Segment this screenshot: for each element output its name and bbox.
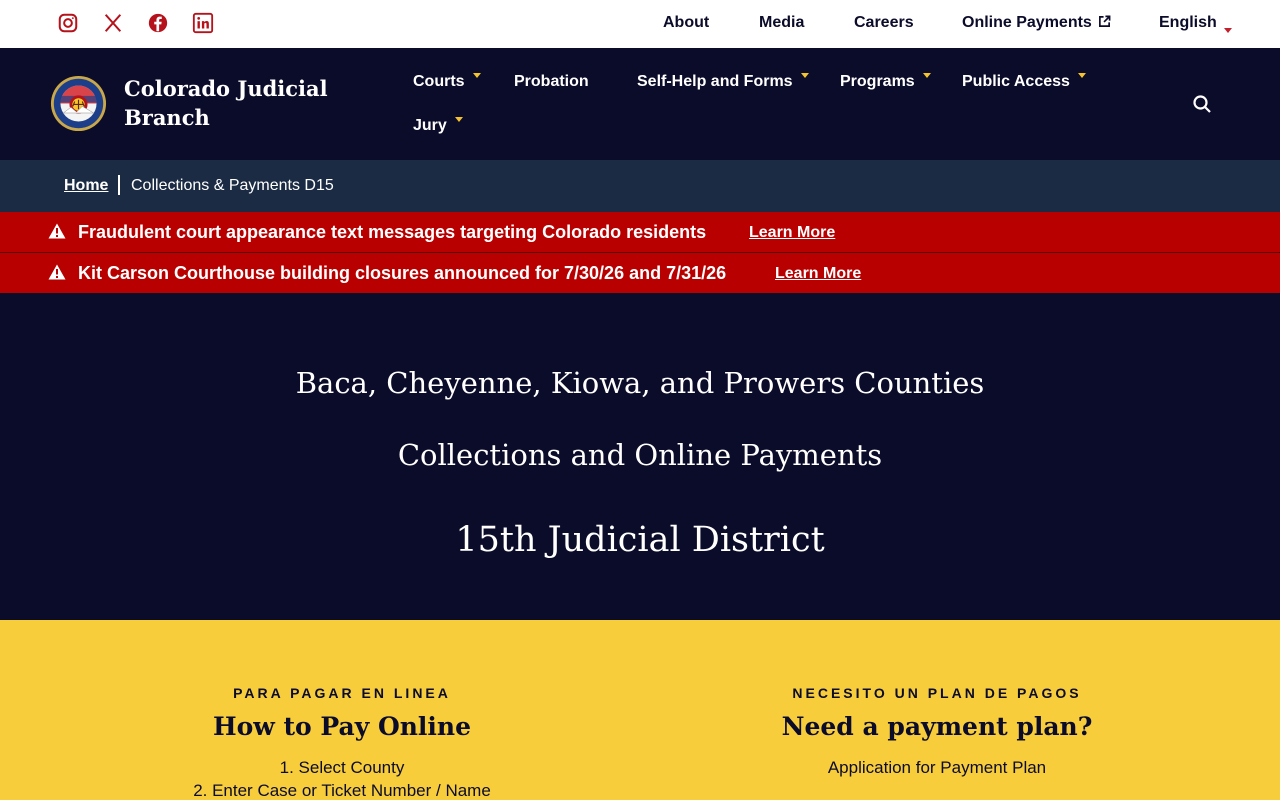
hero-collections-heading: Collections and Online Payments [397,438,883,472]
language-label: English [1159,14,1217,31]
colorado-courts-seal-logo[interactable] [50,75,107,132]
nav-courts-label: Courts [413,73,465,90]
breadcrumb-current: Collections & Payments D15 [131,177,334,194]
hero-counties-heading: Baca, Cheyenne, Kiowa, and Prowers Count… [295,366,985,400]
language-selector[interactable]: English [1159,14,1232,33]
alert-banner: Kit Carson Courthouse building closures … [0,253,1280,293]
alert-learn-more-link[interactable]: Learn More [775,265,861,283]
pay-online-eyebrow: PARA PAGAR EN LINEA [233,685,451,701]
pay-online-step: 1. Select County [279,758,405,777]
nav-jury[interactable]: Jury [413,117,463,135]
search-icon[interactable] [1192,94,1212,114]
careers-link[interactable]: Careers [854,14,914,32]
about-link[interactable]: About [663,14,709,32]
pay-online-title: How to Pay Online [212,712,472,741]
hero-section: Baca, Cheyenne, Kiowa, and Prowers Count… [0,293,1280,620]
online-payments-label: Online Payments [962,14,1092,31]
nav-courts[interactable]: Courts [413,73,481,91]
chevron-down-icon [454,117,463,122]
nav-public-access-label: Public Access [962,73,1070,90]
payment-plan-title: Need a payment plan? [781,712,1093,741]
alert-learn-more-link[interactable]: Learn More [749,224,835,242]
warning-icon [48,223,66,239]
chevron-down-icon [1223,28,1232,33]
nav-jury-label: Jury [413,117,447,134]
nav-programs-label: Programs [840,73,915,90]
nav-self-help-label: Self-Help and Forms [637,73,793,90]
chevron-down-icon [1077,73,1086,78]
media-link[interactable]: Media [759,14,804,32]
nav-probation[interactable]: Probation [514,73,589,91]
chevron-down-icon [472,73,481,78]
payment-plan-eyebrow: NECESITO UN PLAN DE PAGOS [792,685,1082,701]
warning-icon [48,264,66,280]
breadcrumb-separator [118,175,120,195]
breadcrumb-home[interactable]: Home [64,177,108,195]
nav-programs[interactable]: Programs [840,73,931,91]
main-header: Colorado Judicial Branch Courts Probatio… [0,48,1280,160]
nav-self-help[interactable]: Self-Help and Forms [637,73,809,91]
online-payments-link[interactable]: Online Payments [962,14,1111,32]
payment-info-section: PARA PAGAR EN LINEA How to Pay Online 1.… [0,620,1280,800]
payment-plan-application-link[interactable]: Application for Payment Plan [617,758,1257,778]
pay-online-step: 2. Enter Case or Ticket Number / Name [193,781,491,800]
hero-district-heading: 15th Judicial District [455,520,825,560]
external-link-icon [1098,15,1111,27]
chevron-down-icon [800,73,809,78]
alert-message: Fraudulent court appearance text message… [78,222,707,242]
breadcrumb: Home Collections & Payments D15 [0,160,1280,212]
utility-links: About Media Careers Online Payments Engl… [0,0,1280,48]
alert-banner: Fraudulent court appearance text message… [0,212,1280,252]
nav-public-access[interactable]: Public Access [962,73,1086,91]
utility-bar: About Media Careers Online Payments Engl… [0,0,1280,48]
site-brand[interactable]: Colorado Judicial Branch [124,74,344,132]
alert-message: Kit Carson Courthouse building closures … [78,263,727,283]
chevron-down-icon [922,73,931,78]
